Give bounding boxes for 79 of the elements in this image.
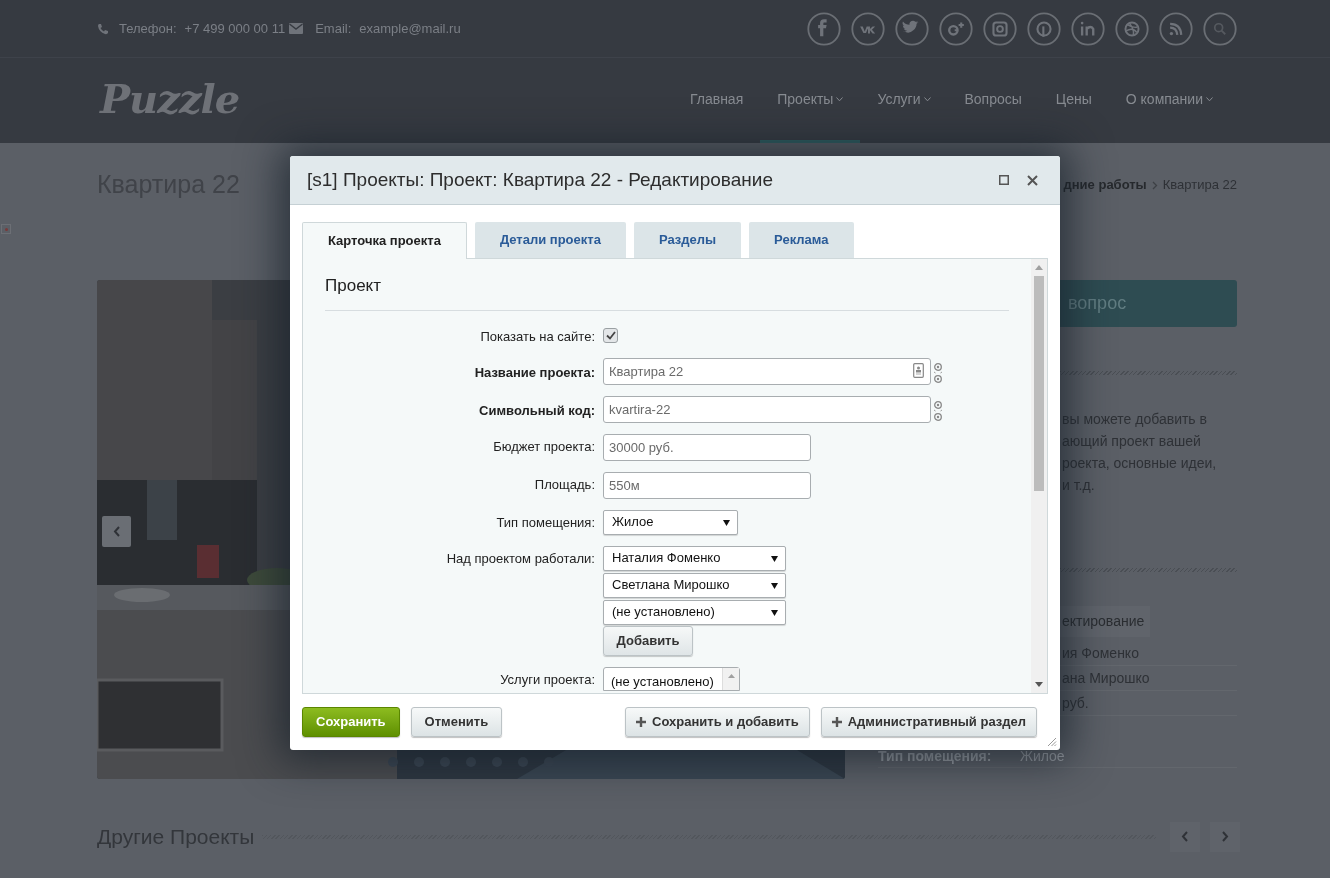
chevron-icon	[1221, 831, 1229, 843]
social-icon[interactable]	[1027, 11, 1061, 46]
tab[interactable]: Детали проекта	[474, 222, 626, 258]
dropdown[interactable]: Наталия Фоменко	[603, 545, 786, 571]
chevron-icon	[112, 526, 121, 537]
chevron-icon	[1181, 831, 1189, 843]
social-icon[interactable]	[807, 11, 841, 46]
email-label: Email:	[315, 19, 352, 38]
contact-card-icon[interactable]	[913, 362, 924, 378]
logo: Puzzle	[100, 73, 240, 124]
dropdown[interactable]: Светлана Мирошко	[603, 572, 786, 598]
section-heading: Проект	[325, 275, 382, 297]
field-label: Над проектом работали:	[445, 549, 595, 568]
nav-link[interactable]: Услуги	[860, 58, 948, 143]
scroll-up-icon	[728, 673, 735, 678]
caret-icon	[771, 554, 778, 562]
tag-label: ектирование	[1062, 612, 1145, 631]
plus-icon	[831, 717, 842, 727]
social-icon[interactable]	[851, 11, 885, 46]
caret-icon	[771, 608, 778, 616]
input-field[interactable]: kvartira-22	[603, 395, 931, 423]
phone-number: +7 499 000 00 11	[184, 19, 286, 38]
dialog-title: [s1] Проекты: Проект: Квартира 22 - Редактирование	[307, 167, 773, 192]
field-label: Тип помещения:	[495, 513, 595, 532]
scroll-down-icon	[1035, 682, 1043, 687]
list-option[interactable]: (не установлено)	[604, 667, 714, 690]
social-icon[interactable]	[939, 11, 973, 46]
resize-grip-icon[interactable]	[1047, 737, 1057, 747]
list-box[interactable]: (не установлено)	[603, 666, 740, 691]
maximize-icon[interactable]	[999, 175, 1009, 185]
tab[interactable]: Карточка проекта	[302, 222, 467, 259]
field-label: Символьный код:	[478, 401, 595, 420]
caret-icon	[723, 518, 730, 526]
social-icon[interactable]	[1071, 11, 1105, 46]
envelope-icon	[289, 23, 304, 34]
nav-link[interactable]: Цены	[1038, 58, 1109, 143]
phone-label: Телефон:	[119, 19, 177, 38]
scroll-up-icon	[1035, 265, 1043, 270]
previous-slide-button[interactable]	[102, 516, 131, 547]
input-field[interactable]: 550м	[603, 471, 811, 499]
input-field[interactable]: 30000 руб.	[603, 433, 811, 461]
action-button[interactable]: Административный раздел	[820, 707, 1037, 737]
social-icon[interactable]	[1115, 11, 1149, 46]
chain-link-icon[interactable]	[933, 399, 943, 422]
cancel-button[interactable]: Отменить	[410, 707, 503, 737]
field-label: Название проекта:	[473, 363, 595, 382]
nav-link[interactable]: Проекты	[760, 58, 861, 143]
checkmark-icon	[605, 331, 616, 340]
input-field[interactable]: Квартира 22	[603, 357, 931, 385]
phone-icon	[97, 22, 109, 35]
previous-button[interactable]	[1170, 821, 1200, 852]
caret-icon	[771, 581, 778, 589]
social-icon[interactable]	[1159, 11, 1193, 46]
social-icon[interactable]	[983, 11, 1017, 46]
close-icon[interactable]	[1027, 174, 1038, 186]
search-icon[interactable]	[1203, 11, 1237, 46]
tab[interactable]: Реклама	[749, 222, 854, 258]
add-button[interactable]: Добавить	[603, 625, 693, 656]
field-label: Бюджет проекта:	[492, 437, 595, 456]
broken-image-icon	[1, 224, 11, 234]
field-label: Показать на сайте:	[479, 328, 595, 346]
scrollbar[interactable]	[1031, 259, 1047, 693]
dropdown[interactable]: (не установлено)	[603, 599, 786, 625]
next-button[interactable]	[1210, 821, 1240, 852]
plus-icon	[636, 717, 647, 727]
chevron-icon	[1151, 180, 1158, 190]
social-icon[interactable]	[895, 11, 929, 46]
field-label: Площадь:	[533, 475, 595, 494]
nav-link[interactable]: О компании	[1108, 58, 1230, 143]
chain-link-icon[interactable]	[933, 361, 943, 384]
checkbox[interactable]	[603, 328, 618, 343]
field-label: Услуги проекта:	[499, 670, 595, 689]
dropdown[interactable]: Жилое	[603, 509, 738, 535]
save-button[interactable]: Сохранить	[302, 707, 400, 737]
action-button[interactable]: Сохранить и добавить	[625, 707, 810, 737]
email-address[interactable]: example@mail.ru	[359, 18, 461, 39]
nav-link[interactable]: Главная	[672, 58, 761, 143]
nav-link[interactable]: Вопросы	[947, 58, 1039, 143]
tab[interactable]: Разделы	[633, 222, 742, 258]
